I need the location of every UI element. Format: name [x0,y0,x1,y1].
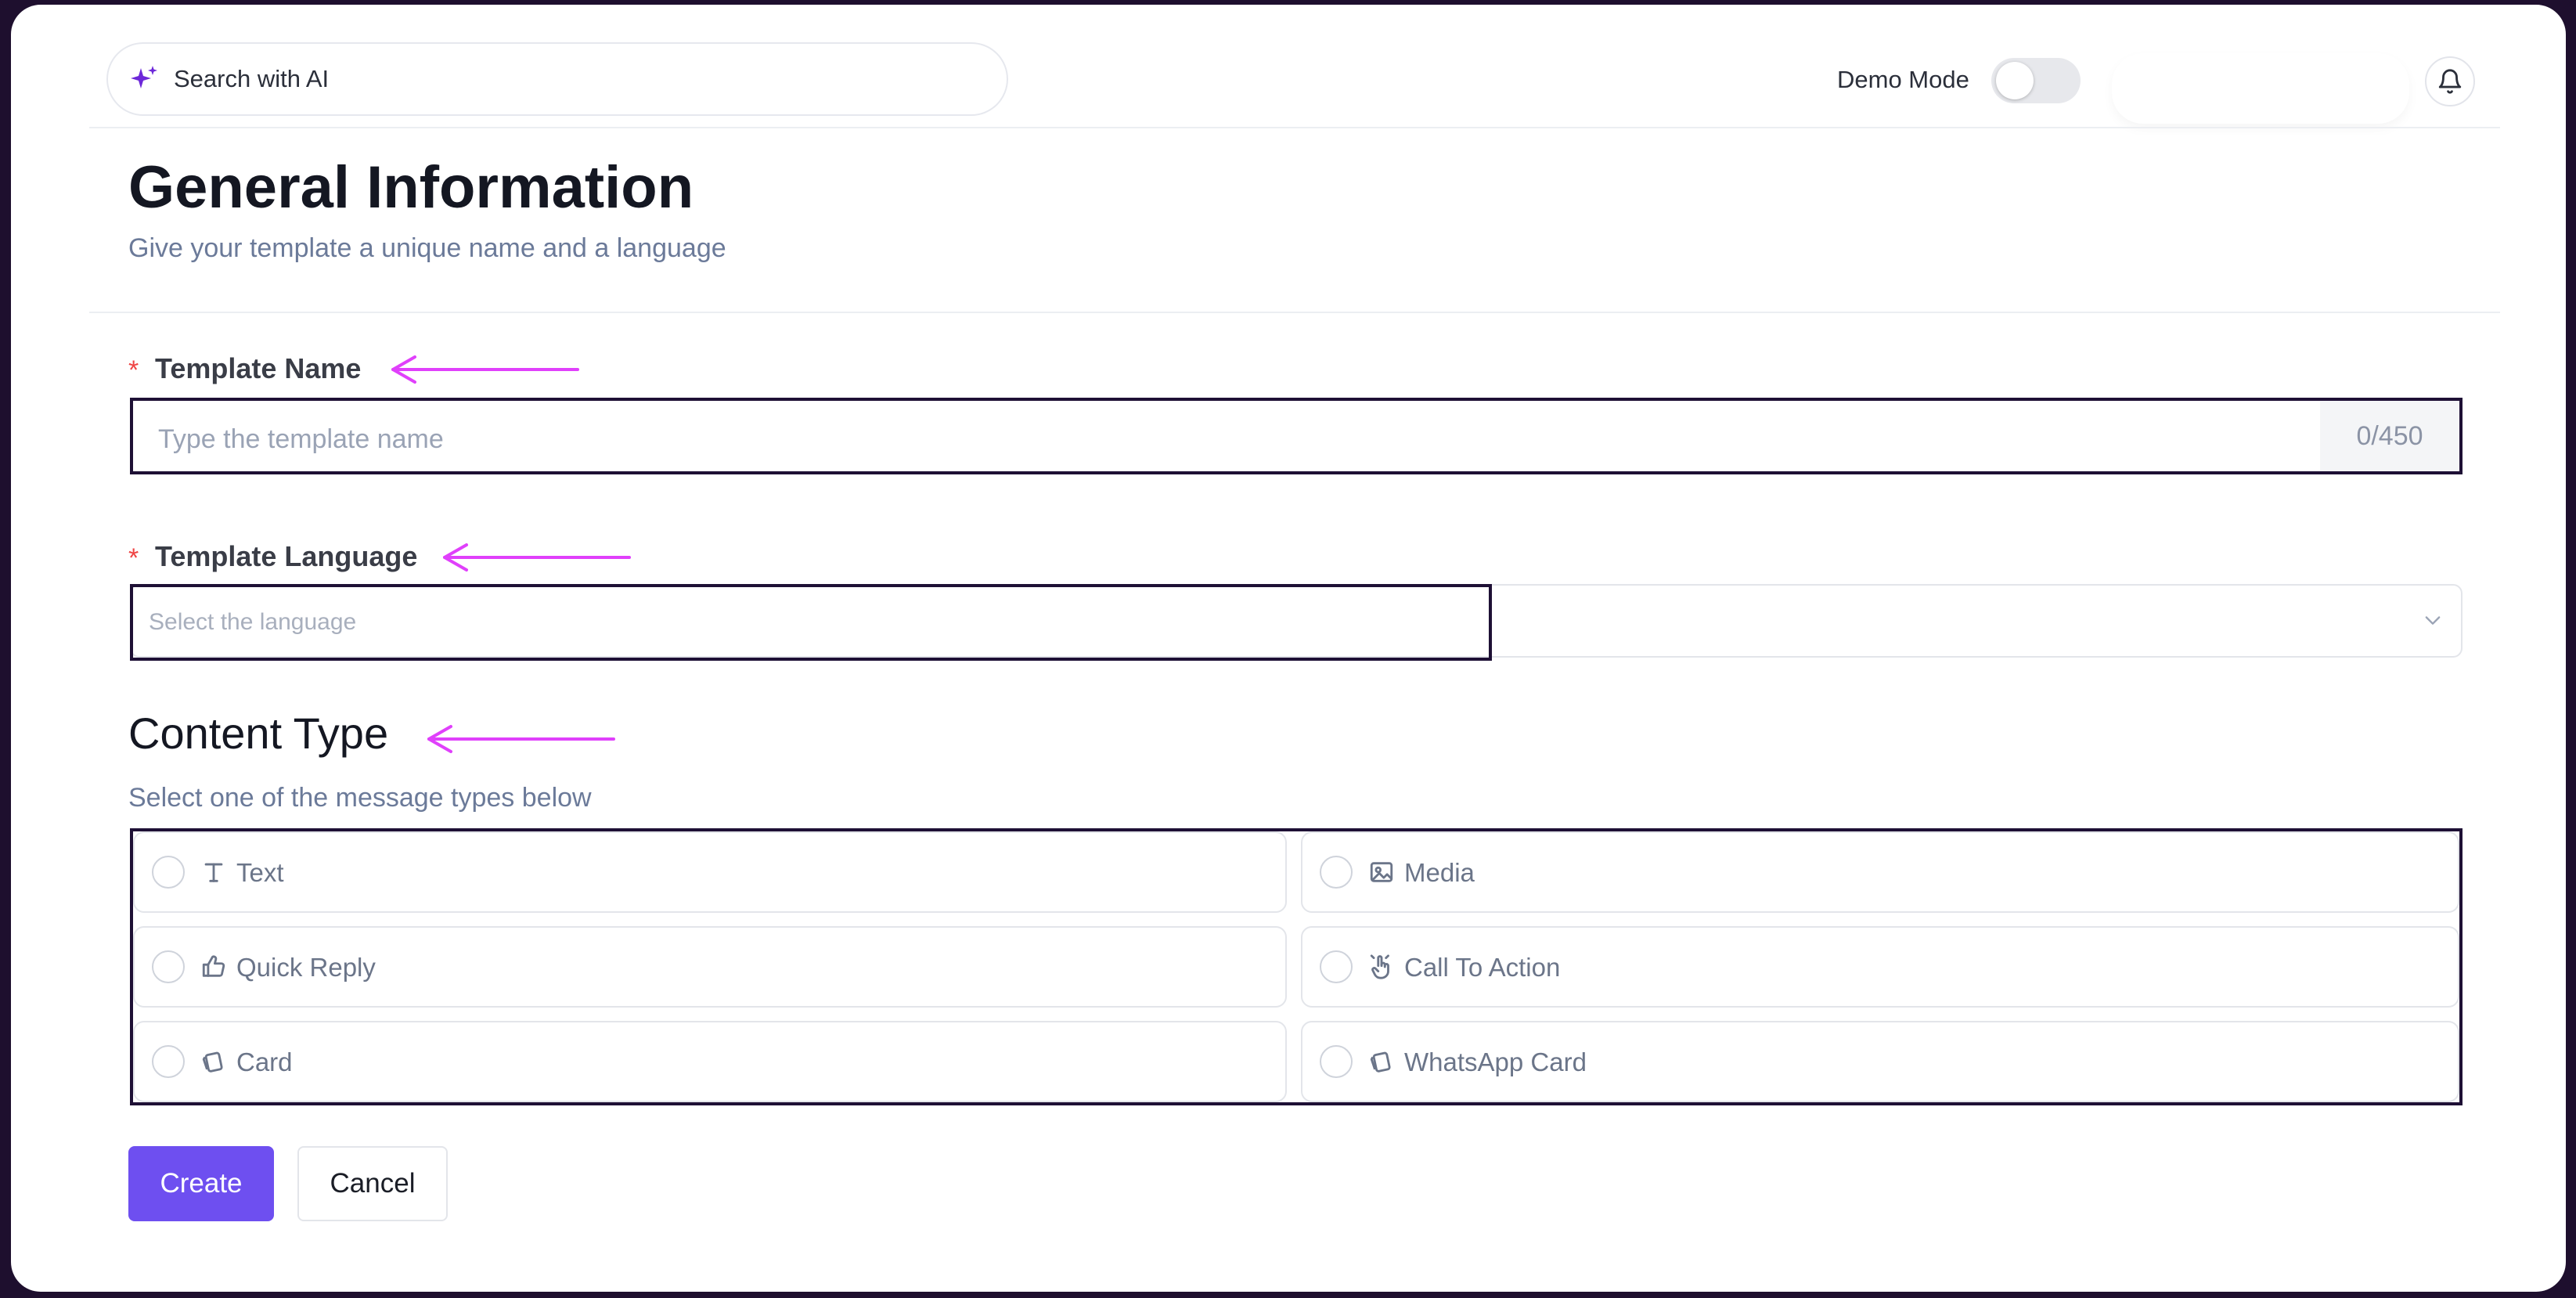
radio-button[interactable] [1320,950,1353,983]
page-title: General Information [128,154,694,221]
cards-icon [202,1051,223,1073]
page-subtitle: Give your template a unique name and a l… [128,233,726,263]
toggle-knob [1996,62,2034,99]
option-label: Card [236,1047,293,1076]
content-option-whatsapp-card[interactable]: WhatsApp Card [1301,1021,2459,1102]
content-option-call-to-action[interactable]: Call To Action [1301,926,2459,1008]
radio-button[interactable] [1320,856,1353,889]
option-label: Media [1404,858,1475,887]
create-button[interactable]: Create [128,1146,274,1221]
radio-button[interactable] [152,950,185,983]
app-window: Search with AI Demo Mode General Informa… [11,5,2566,1292]
template-name-input[interactable]: Type the template name 0/450 [130,398,2463,474]
annotation-arrow [443,543,631,571]
cancel-button[interactable]: Cancel [297,1146,448,1221]
content-option-quick-reply[interactable]: Quick Reply [133,926,1287,1008]
ai-search-label: Search with AI [174,65,330,92]
text-icon [204,863,223,882]
content-type-options: Text Media Quick Reply Call To Action Ca… [130,828,2463,1105]
annotation-arrow [427,725,615,753]
cards-icon [1370,1051,1391,1073]
bell-icon [2438,69,2462,94]
required-asterisk: * [128,355,139,385]
radio-button[interactable] [1320,1045,1353,1078]
template-language-label: Template Language [155,540,418,572]
header-divider [89,127,2500,128]
template-name-label: Template Name [155,352,362,384]
radio-button[interactable] [152,856,185,889]
option-label: Quick Reply [236,953,376,982]
template-name-placeholder: Type the template name [158,424,444,454]
section-divider [89,312,2500,313]
content-option-media[interactable]: Media [1301,831,2459,913]
header-placeholder-pill [2112,53,2409,124]
image-icon [1370,862,1393,882]
sparkle-icon [131,66,157,88]
chevron-down-icon [2425,616,2441,625]
radio-button[interactable] [152,1045,185,1078]
thumbs-up-icon [202,955,225,977]
content-option-text[interactable]: Text [133,831,1287,913]
tap-hand-icon [1370,954,1389,979]
annotation-arrow [391,355,579,384]
app-frame: Search with AI Demo Mode General Informa… [0,0,2576,1298]
demo-mode-toggle[interactable] [1991,58,2081,103]
content-type-subtitle: Select one of the message types below [128,783,592,813]
template-language-select[interactable]: Select the language [130,584,2463,661]
demo-mode-label: Demo Mode [1837,66,1969,93]
character-counter: 0/450 [2320,401,2459,471]
ai-search-bar[interactable]: Search with AI [106,42,1008,116]
content-type-title: Content Type [128,708,389,758]
notifications-button[interactable] [2425,56,2475,106]
option-label: Text [236,858,284,887]
option-label: WhatsApp Card [1404,1047,1587,1076]
language-placeholder: Select the language [149,609,357,635]
required-asterisk: * [128,543,139,573]
option-label: Call To Action [1404,953,1561,982]
content-option-card[interactable]: Card [133,1021,1287,1102]
